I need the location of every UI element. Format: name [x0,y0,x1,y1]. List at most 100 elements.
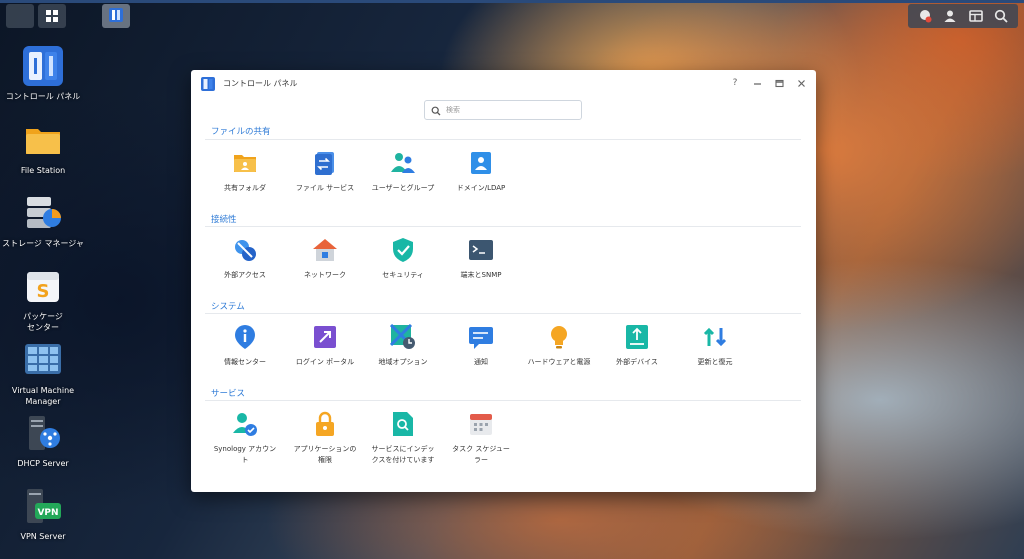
desktop-icon-dhcp-server[interactable]: DHCP Server [0,413,86,469]
section-title-system: システム [211,302,245,312]
item-label: 情報センター [224,358,266,366]
item-label: ログイン ポータル [295,358,355,366]
item-label: タスク スケジュー ラー [452,445,510,464]
desktop-icon-vpn-server[interactable]: VPN VPN Server [0,486,86,542]
item-application-privileges[interactable]: アプリケーションの 権限 [285,411,365,466]
minimize-button[interactable] [752,78,762,88]
item-update-restore[interactable]: 更新と復元 [675,324,755,368]
package-icon: S [23,266,63,306]
desktop-icon-label: File Station [20,166,66,175]
indexing-service-icon [390,411,416,437]
task-scheduler-icon [468,411,494,437]
desktop-icon-control-panel[interactable]: コントロール パネル [0,46,86,102]
item-label: 地域オプション [378,358,428,366]
window-controls: ? [730,78,806,88]
terminal-snmp-icon [468,237,494,263]
taskbar-left [6,4,130,28]
item-label: ハードウェアと電源 [527,358,591,366]
notification-icon[interactable] [916,7,934,25]
item-info-center[interactable]: 情報センター [205,324,285,368]
section-divider [205,226,801,227]
item-file-services[interactable]: ファイル サービス [285,150,365,194]
domain-ldap-icon [468,150,494,176]
item-label: Synology アカウン ト [213,445,277,464]
search-icon [431,101,441,120]
desktop-icon-label: DHCP Server [17,459,69,468]
search-input[interactable] [446,106,566,114]
shared-folder-icon [232,150,258,176]
item-task-scheduler[interactable]: タスク スケジュー ラー [441,411,521,466]
maximize-icon [774,79,784,87]
search-input-container[interactable] [424,100,582,120]
item-network[interactable]: ネットワーク [285,237,365,281]
item-label: ドメイン/LDAP [456,184,506,192]
regional-options-icon [390,324,416,350]
desktop-icon-label: Virtual Machine Manager [11,386,75,406]
search-icon[interactable] [992,7,1010,25]
folder-icon [23,120,63,160]
desktop-icon-vm-manager[interactable]: Virtual Machine Manager [0,340,86,407]
item-user-group[interactable]: ユーザーとグループ [363,150,443,194]
section-divider [205,313,801,314]
svg-text:VPN: VPN [37,508,58,518]
item-label: ファイル サービス [295,184,355,192]
control-panel-window: コントロール パネル ? ファイルの共有 共有フォルダ [191,70,816,492]
taskbar-spacer [6,4,34,28]
item-hardware-power[interactable]: ハードウェアと電源 [519,324,599,368]
top-accent-line [0,0,1024,3]
update-restore-icon [702,324,728,350]
control-panel-icon [201,76,215,91]
help-button[interactable]: ? [730,78,740,88]
section-divider [205,400,801,401]
network-icon [312,237,338,263]
user-icon[interactable] [941,7,959,25]
item-shared-folder[interactable]: 共有フォルダ [205,150,285,194]
hardware-power-icon [546,324,572,350]
item-external-devices[interactable]: 外部デバイス [597,324,677,368]
main-menu-button[interactable] [38,4,66,28]
vpn-icon: VPN [23,486,63,526]
svg-text:S: S [37,281,50,302]
desktop-icon-storage-manager[interactable]: ストレージ マネージャ [0,193,86,249]
item-label: 端末とSNMP [460,271,502,279]
item-synology-account[interactable]: Synology アカウン ト [205,411,285,466]
item-label: ユーザーとグループ [371,184,435,192]
control-panel-icon [109,7,123,26]
item-regional-options[interactable]: 地域オプション [363,324,443,368]
item-login-portal[interactable]: ログイン ポータル [285,324,365,368]
taskbar-right [908,4,1018,28]
item-security[interactable]: セキュリティ [363,237,443,281]
external-devices-icon [624,324,650,350]
storage-icon [23,193,63,233]
file-services-icon [312,150,338,176]
dhcp-icon [23,413,63,453]
section-title-services: サービス [211,389,246,399]
control-panel-icon [23,46,63,86]
item-label: 共有フォルダ [224,184,266,192]
window-titlebar[interactable]: コントロール パネル ? [191,70,816,96]
item-label: サービスにインデッ クスを付けています [371,445,435,464]
item-domain-ldap[interactable]: ドメイン/LDAP [441,150,521,194]
taskbar-control-panel-button[interactable] [102,4,130,28]
item-label: セキュリティ [382,271,424,279]
desktop-icon-package-center[interactable]: S パッケージ センター [0,266,86,333]
item-indexing-service[interactable]: サービスにインデッ クスを付けています [363,411,443,466]
login-portal-icon [312,324,338,350]
desktop-icon-label: コントロール パネル [5,92,81,101]
item-label: 更新と復元 [697,358,733,366]
item-label: 外部デバイス [616,358,658,366]
vm-icon [23,340,63,380]
item-label: 通知 [474,358,488,366]
security-icon [390,237,416,263]
section-divider [205,139,801,140]
item-notification[interactable]: 通知 [441,324,521,368]
desktop-icon-file-station[interactable]: File Station [0,120,86,176]
taskbar-spacer-2 [70,4,98,28]
item-label: ネットワーク [304,271,346,279]
item-external-access[interactable]: 外部アクセス [205,237,285,281]
widgets-icon[interactable] [967,7,985,25]
maximize-button[interactable] [774,78,784,88]
item-terminal-snmp[interactable]: 端末とSNMP [441,237,521,281]
application-privileges-icon [312,411,338,437]
close-button[interactable] [796,78,806,88]
